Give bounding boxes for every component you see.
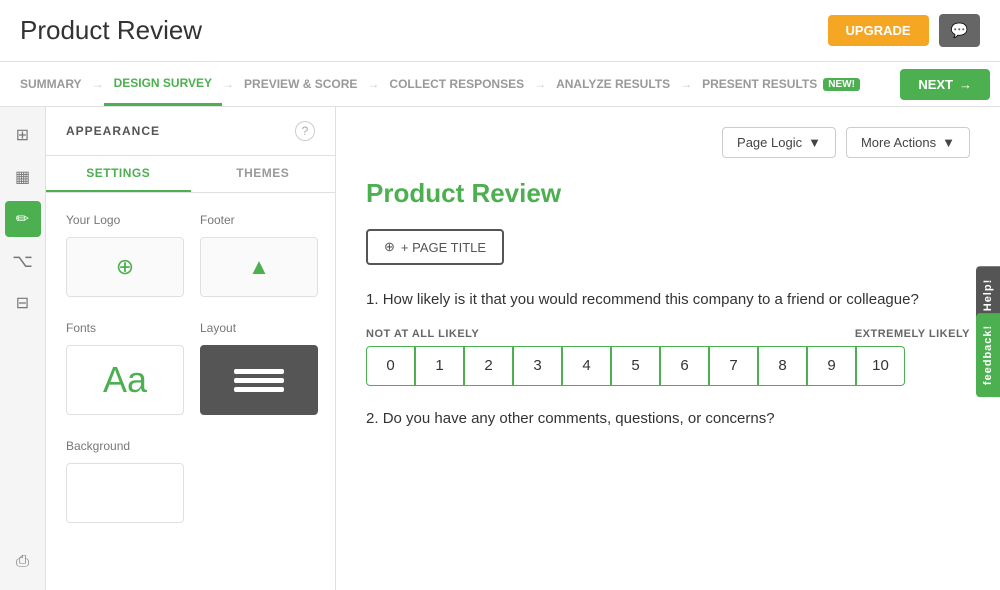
scale-cell-8[interactable]: 8: [758, 346, 807, 386]
layout-section: Layout: [200, 321, 318, 415]
sidebar-icon-edit[interactable]: ✏: [5, 201, 41, 237]
sidebar-icon-chart[interactable]: ▦: [5, 159, 41, 195]
fonts-label: Fonts: [66, 321, 184, 335]
feedback-tab[interactable]: feedback!: [976, 313, 1000, 397]
nav-bar: SUMMARY → DESIGN SURVEY → PREVIEW & SCOR…: [0, 62, 1000, 107]
logo-upload-box[interactable]: ⊕: [66, 237, 184, 297]
scale-cell-3[interactable]: 3: [513, 346, 562, 386]
background-section: Background: [66, 439, 315, 523]
scale-cell-4[interactable]: 4: [562, 346, 611, 386]
tab-settings[interactable]: SETTINGS: [46, 156, 191, 192]
upgrade-button[interactable]: UPGRADE: [828, 15, 929, 46]
footer-label: Footer: [200, 213, 318, 227]
nav-arrow-4: →: [534, 77, 546, 91]
footer-upload-box[interactable]: ▲: [200, 237, 318, 297]
scale-cell-0[interactable]: 0: [366, 346, 415, 386]
logo-section: Your Logo ⊕: [66, 213, 184, 297]
feedback-button[interactable]: 💬: [939, 14, 980, 47]
scale-cell-7[interactable]: 7: [709, 346, 758, 386]
next-button[interactable]: NEXT →: [900, 69, 990, 100]
page-logic-chevron-icon: ▼: [808, 135, 821, 150]
fonts-box[interactable]: Aa: [66, 345, 184, 415]
nav-arrow-2: →: [222, 77, 234, 91]
nav-item-analyze[interactable]: ANALYZE RESULTS: [546, 62, 680, 106]
new-badge: NEW!: [823, 78, 860, 91]
nav-arrow-3: →: [367, 77, 379, 91]
survey-title: Product Review: [366, 178, 970, 209]
more-actions-button[interactable]: More Actions ▼: [846, 127, 970, 158]
page-title-plus-icon: ⊕: [384, 239, 395, 255]
top-header: Product Review UPGRADE 💬: [0, 0, 1000, 62]
layout-line-3: [234, 387, 284, 392]
nps-scale: NOT AT ALL LIKELY EXTREMELY LIKELY 01234…: [366, 328, 970, 386]
tab-themes[interactable]: THEMES: [191, 156, 336, 192]
nav-arrow-5: →: [680, 77, 692, 91]
scale-cell-10[interactable]: 10: [856, 346, 905, 386]
help-icon[interactable]: ?: [295, 121, 315, 141]
scale-labels: NOT AT ALL LIKELY EXTREMELY LIKELY: [366, 328, 970, 340]
scale-numbers: 012345678910: [366, 346, 970, 386]
question-1-text: 1. How likely is it that you would recom…: [366, 289, 970, 312]
scale-cell-6[interactable]: 6: [660, 346, 709, 386]
page-logic-button[interactable]: Page Logic ▼: [722, 127, 836, 158]
logo-label: Your Logo: [66, 213, 184, 227]
nav-arrow-1: →: [92, 77, 104, 91]
footer-section: Footer ▲: [200, 213, 318, 297]
nav-item-collect[interactable]: COLLECT RESPONSES: [379, 62, 534, 106]
background-box[interactable]: [66, 463, 184, 523]
icon-sidebar: ⊞ ▦ ✏ ⌥ ⊟ ⎙: [0, 107, 46, 590]
sidebar-icon-sliders[interactable]: ⊟: [5, 285, 41, 321]
next-arrow-icon: →: [959, 77, 972, 92]
layout-line-2: [234, 378, 284, 383]
layout-line-1: [234, 369, 284, 374]
nav-item-preview[interactable]: PREVIEW & SCORE: [234, 62, 367, 106]
more-actions-chevron-icon: ▼: [942, 135, 955, 150]
panel-header: APPEARANCE ?: [46, 107, 335, 156]
add-page-title-button[interactable]: ⊕ + PAGE TITLE: [366, 229, 504, 265]
scale-cell-1[interactable]: 1: [415, 346, 464, 386]
nav-item-design[interactable]: DESIGN SURVEY: [104, 62, 222, 106]
content-toolbar: Page Logic ▼ More Actions ▼: [366, 127, 970, 158]
panel-title: APPEARANCE: [66, 124, 160, 138]
logo-footer-row: Your Logo ⊕ Footer ▲: [66, 213, 315, 297]
sidebar-icon-branch[interactable]: ⌥: [5, 243, 41, 279]
header-actions: UPGRADE 💬: [828, 14, 980, 47]
question-2-text: 2. Do you have any other comments, quest…: [366, 410, 970, 427]
panel-tabs: SETTINGS THEMES: [46, 156, 335, 193]
panel-content: Your Logo ⊕ Footer ▲: [46, 193, 335, 567]
nav-item-summary[interactable]: SUMMARY: [10, 62, 92, 106]
nav-item-present[interactable]: PRESENT RESULTS NEW!: [692, 62, 870, 106]
fonts-section: Fonts Aa: [66, 321, 184, 415]
scale-right-label: EXTREMELY LIKELY: [855, 328, 970, 340]
scale-cell-5[interactable]: 5: [611, 346, 660, 386]
main-layout: ⊞ ▦ ✏ ⌥ ⊟ ⎙ APPEARANCE ? SETTINGS THEMES…: [0, 107, 1000, 590]
layout-box[interactable]: [200, 345, 318, 415]
layout-lines-icon: [234, 369, 284, 392]
sidebar-icon-layers[interactable]: ⊞: [5, 117, 41, 153]
logo-add-icon: ⊕: [116, 254, 134, 280]
fonts-layout-section: Fonts Aa Layout: [66, 321, 315, 415]
left-panel: APPEARANCE ? SETTINGS THEMES Your Logo ⊕: [46, 107, 336, 590]
right-content: Page Logic ▼ More Actions ▼ Product Revi…: [336, 107, 1000, 590]
footer-icon: ▲: [248, 254, 270, 280]
logo-footer-section: Your Logo ⊕ Footer ▲: [66, 213, 315, 297]
scale-cell-2[interactable]: 2: [464, 346, 513, 386]
fonts-layout-row: Fonts Aa Layout: [66, 321, 315, 415]
page-title: Product Review: [20, 15, 202, 46]
sidebar-icon-print[interactable]: ⎙: [5, 544, 41, 580]
scale-left-label: NOT AT ALL LIKELY: [366, 328, 479, 340]
layout-label: Layout: [200, 321, 318, 335]
scale-cell-9[interactable]: 9: [807, 346, 856, 386]
background-label: Background: [66, 439, 315, 453]
